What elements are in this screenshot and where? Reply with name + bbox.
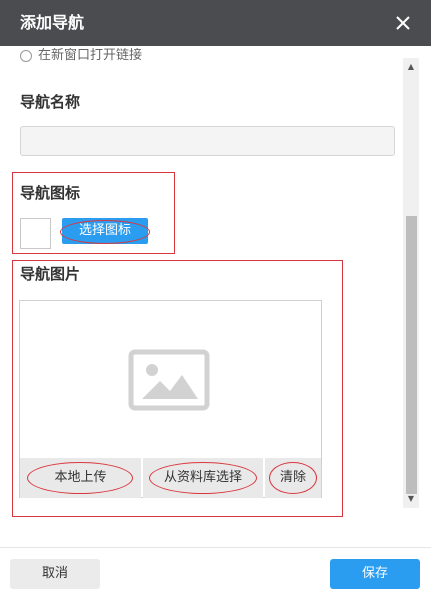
nav-name-label: 导航名称 xyxy=(20,93,81,111)
vertical-scrollbar[interactable]: ▲ ▼ xyxy=(403,58,419,508)
clear-image-button[interactable]: 清除 xyxy=(265,458,321,498)
nav-icon-label: 导航图标 xyxy=(20,184,81,202)
dialog-header: 添加导航 xyxy=(0,0,431,46)
option-label: 在新窗口打开链接 xyxy=(38,48,143,63)
close-icon[interactable] xyxy=(393,13,413,33)
cancel-button[interactable]: 取消 xyxy=(10,559,100,589)
nav-image-label: 导航图片 xyxy=(20,265,81,283)
open-in-new-window-option[interactable]: 在新窗口打开链接 xyxy=(20,48,142,64)
select-from-library-button[interactable]: 从资料库选择 xyxy=(143,458,263,498)
scroll-up-icon[interactable]: ▲ xyxy=(403,60,419,74)
footer-divider xyxy=(0,547,431,548)
radio-icon[interactable] xyxy=(20,49,32,62)
scroll-thumb[interactable] xyxy=(406,216,417,494)
local-upload-button[interactable]: 本地上传 xyxy=(20,458,141,498)
scroll-down-icon[interactable]: ▼ xyxy=(403,492,419,506)
nav-icon-preview xyxy=(20,218,51,249)
image-icon xyxy=(128,349,210,411)
dialog-body: 在新窗口打开链接 导航名称 导航图标 选择图标 导航图片 本地上传 从资料库选择… xyxy=(0,46,431,520)
add-navigation-dialog: 添加导航 在新窗口打开链接 导航名称 导航图标 选择图标 导航图片 本地上传 从… xyxy=(0,0,431,599)
dialog-title: 添加导航 xyxy=(20,13,85,32)
save-button[interactable]: 保存 xyxy=(330,559,420,589)
choose-icon-button[interactable]: 选择图标 xyxy=(62,218,148,244)
nav-name-input[interactable] xyxy=(20,126,395,156)
